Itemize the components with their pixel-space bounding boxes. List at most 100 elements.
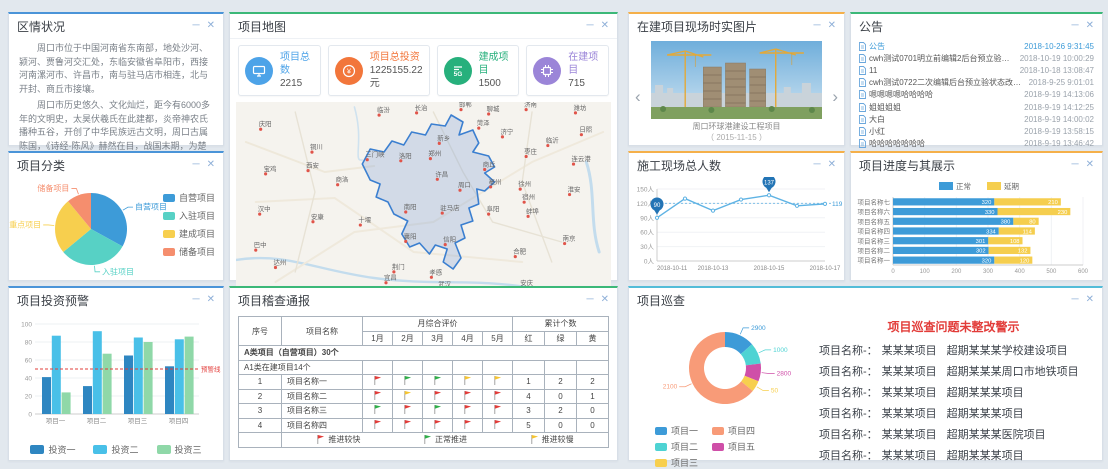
announcement-item[interactable]: cwh测试0701明立前编辑2后台预立验状态改变.2018-10-19 10:0… bbox=[859, 52, 1094, 64]
panel-header: 项目分类 ─✕ bbox=[9, 153, 223, 177]
legend-item[interactable]: 投资一 bbox=[30, 443, 75, 456]
stacked-bar-segment[interactable] bbox=[893, 237, 988, 244]
close-icon[interactable]: ✕ bbox=[207, 21, 215, 31]
bar[interactable] bbox=[52, 336, 61, 414]
minimize-icon[interactable]: ─ bbox=[1072, 160, 1079, 170]
minimize-icon[interactable]: ─ bbox=[193, 160, 200, 170]
announcement-title: cwh测试0701明立前编辑2后台预立验状态改变. bbox=[869, 53, 1014, 64]
progress-stacked-bar-chart[interactable]: 正常延期0100200300400500600项目名称七320210项目名称六3… bbox=[851, 177, 1102, 279]
minimize-icon[interactable]: ─ bbox=[814, 21, 821, 31]
close-icon[interactable]: ✕ bbox=[828, 21, 836, 31]
svg-text:20: 20 bbox=[25, 394, 33, 401]
bar[interactable] bbox=[103, 354, 112, 414]
data-point[interactable] bbox=[767, 194, 770, 197]
legend-item[interactable]: 项目二 bbox=[655, 440, 698, 453]
legend-item[interactable]: 储备项目 bbox=[163, 245, 215, 258]
city-label: 连云港 bbox=[572, 154, 592, 163]
bar[interactable] bbox=[134, 338, 143, 415]
dashboard: { "panels": { "district": { "title": "区情… bbox=[0, 0, 1108, 469]
minimize-icon[interactable]: ─ bbox=[193, 21, 200, 31]
carousel-photo[interactable] bbox=[651, 41, 822, 119]
panel-district-status: 区情状况 ─✕ 周口市位于中国河南省东南部，地处沙河、颍河、贾鲁河交汇处，东临安… bbox=[8, 12, 224, 146]
data-point[interactable] bbox=[711, 209, 714, 212]
announcement-item[interactable]: 公告2018-10-26 9:31:45 bbox=[859, 40, 1094, 52]
close-icon[interactable]: ✕ bbox=[1086, 21, 1094, 31]
city-label: 商洛 bbox=[336, 175, 349, 184]
close-icon[interactable]: ✕ bbox=[1086, 295, 1094, 305]
carousel-prev-icon[interactable]: ‹ bbox=[635, 88, 641, 105]
bar[interactable] bbox=[144, 342, 153, 414]
data-point[interactable] bbox=[683, 197, 686, 200]
bar[interactable] bbox=[93, 331, 102, 414]
svg-text:2018-10-17: 2018-10-17 bbox=[810, 266, 841, 272]
legend-item[interactable]: 项目一 bbox=[655, 424, 698, 437]
bar[interactable] bbox=[165, 366, 174, 414]
minimize-icon[interactable]: ─ bbox=[587, 295, 594, 305]
close-icon[interactable]: ✕ bbox=[828, 160, 836, 170]
data-point[interactable] bbox=[739, 198, 742, 201]
stacked-bar-segment[interactable] bbox=[893, 218, 1013, 225]
patrol-problem-row: 项目名称-：某某某项目超期某某某医院项目 bbox=[819, 425, 1088, 446]
legend-swatch[interactable] bbox=[939, 182, 953, 190]
investment-bar-chart[interactable]: 020406080100项目一项目二项目三项目四预警线 bbox=[9, 314, 223, 436]
bar[interactable] bbox=[62, 392, 71, 414]
bar[interactable] bbox=[124, 356, 133, 415]
announcement-item[interactable]: 姐姐姐姐2018-9-19 14:12:25 bbox=[859, 101, 1094, 113]
flag-icon bbox=[493, 404, 502, 415]
announcement-item[interactable]: cwh测试0722二次编辑后台预立验状态改变为.2018-9-25 9:01:0… bbox=[859, 77, 1094, 89]
workers-line-chart[interactable]: 0人30人60人90人120人150人2018-10-112018-10-132… bbox=[629, 177, 844, 279]
announcement-item[interactable]: 哈哈哈哈哈哈哈2018-9-19 13:46:42 bbox=[859, 138, 1094, 150]
svg-text:132: 132 bbox=[1018, 249, 1028, 255]
chip-icon bbox=[533, 57, 561, 85]
legend-item[interactable]: 项目五 bbox=[712, 440, 755, 453]
legend-item[interactable]: 建成项目 bbox=[163, 227, 215, 240]
announcement-item[interactable]: 小红2018-9-19 13:58:15 bbox=[859, 125, 1094, 137]
announcement-item[interactable]: 大白2018-9-19 14:00:02 bbox=[859, 113, 1094, 125]
legend-item[interactable]: 项目四 bbox=[712, 424, 755, 437]
bar[interactable] bbox=[185, 337, 194, 414]
map-canvas[interactable]: 庆阳铜川西安宝鸡商洛汉中安康巴中达州临汾长治邯郸聊城济南潍坊三门峡洛阳新乡郑州许… bbox=[236, 102, 611, 298]
data-point[interactable] bbox=[795, 204, 798, 207]
announcement-title: 公告 bbox=[869, 41, 1018, 52]
close-icon[interactable]: ✕ bbox=[1086, 160, 1094, 170]
announcement-item[interactable]: 嗯嗯嗯嗯哈哈哈哈2018-9-19 14:13:06 bbox=[859, 89, 1094, 101]
panel-title: 在建项目现场时实图片 bbox=[637, 18, 814, 35]
stacked-bar-segment[interactable] bbox=[893, 257, 994, 264]
legend-swatch[interactable] bbox=[987, 182, 1001, 190]
minimize-icon[interactable]: ─ bbox=[193, 295, 200, 305]
henan-map[interactable]: 庆阳铜川西安宝鸡商洛汉中安康巴中达州临汾长治邯郸聊城济南潍坊三门峡洛阳新乡郑州许… bbox=[236, 102, 611, 298]
carousel-next-icon[interactable]: › bbox=[832, 88, 838, 105]
stat-card-label: 建成项目 bbox=[479, 51, 513, 77]
svg-text:预警线: 预警线 bbox=[201, 365, 221, 374]
bar[interactable] bbox=[83, 386, 92, 414]
close-icon[interactable]: ✕ bbox=[601, 295, 609, 305]
minimize-icon[interactable]: ─ bbox=[814, 160, 821, 170]
data-point[interactable] bbox=[823, 202, 826, 205]
minimize-icon[interactable]: ─ bbox=[587, 21, 594, 31]
legend-item[interactable]: 自营项目 bbox=[163, 191, 215, 204]
panel-header: 项目进度与其展示 ─✕ bbox=[851, 153, 1102, 177]
patrol-donut-chart[interactable]: 290010002800502100 bbox=[629, 312, 819, 422]
announcement-doc-icon bbox=[859, 90, 866, 99]
legend-item[interactable]: 投资三 bbox=[157, 443, 202, 456]
close-icon[interactable]: ✕ bbox=[207, 295, 215, 305]
legend-item[interactable]: 入驻项目 bbox=[163, 209, 215, 222]
legend-item[interactable]: 投资二 bbox=[93, 443, 138, 456]
stacked-bar-segment[interactable] bbox=[893, 208, 998, 215]
close-icon[interactable]: ✕ bbox=[601, 21, 609, 31]
stacked-bar-segment[interactable] bbox=[893, 198, 994, 205]
stacked-bar-segment[interactable] bbox=[893, 247, 989, 254]
minimize-icon[interactable]: ─ bbox=[1072, 295, 1079, 305]
flag-icon bbox=[433, 390, 442, 401]
minimize-icon[interactable]: ─ bbox=[1072, 21, 1079, 31]
panel-title: 项目投资预警 bbox=[17, 292, 193, 309]
henan-province-boundary[interactable] bbox=[362, 115, 494, 269]
data-point[interactable] bbox=[655, 216, 658, 219]
legend-item[interactable]: 项目三 bbox=[655, 456, 698, 469]
close-icon[interactable]: ✕ bbox=[207, 160, 215, 170]
announcement-item[interactable]: 112018-10-18 13:08:47 bbox=[859, 64, 1094, 76]
panel-header: 项目地图 ─✕ bbox=[230, 14, 617, 39]
stacked-bar-segment[interactable] bbox=[893, 227, 999, 234]
bar[interactable] bbox=[42, 377, 51, 414]
bar[interactable] bbox=[175, 339, 184, 414]
